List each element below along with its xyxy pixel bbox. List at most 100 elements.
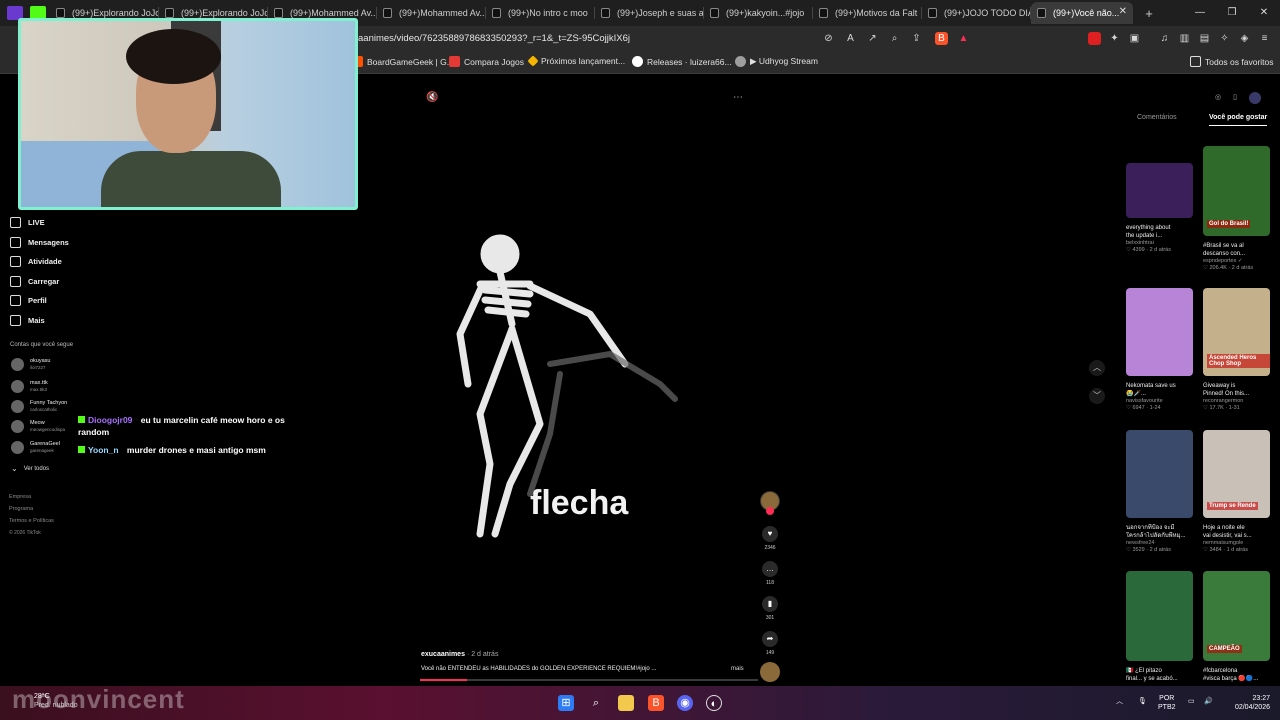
sidebar-icon[interactable]: ▥ bbox=[1178, 32, 1191, 45]
search-icon[interactable]: ⌕ bbox=[588, 695, 604, 711]
card-author[interactable]: navissfavourite bbox=[1126, 398, 1193, 405]
all-favorites[interactable]: Todos os favoritos bbox=[1190, 56, 1274, 67]
language-indicator[interactable]: POR PTB2 bbox=[1158, 694, 1176, 712]
video-thumbnail[interactable]: Trump se Rende bbox=[1203, 430, 1270, 518]
tray-chevron-icon[interactable]: ︿ bbox=[1116, 697, 1123, 706]
bookmark-releases[interactable]: Releases · luizera66... bbox=[632, 56, 732, 67]
sound-disc[interactable] bbox=[760, 662, 780, 682]
clock[interactable]: 23:27 02/04/2026 bbox=[1224, 694, 1270, 712]
menu-icon[interactable]: ≡ bbox=[1258, 32, 1271, 45]
browser-tab[interactable]: (99+)No intro c moo bbox=[486, 2, 595, 24]
card-author[interactable]: newsfree24 bbox=[1126, 540, 1193, 547]
followed-account[interactable]: okuyasu iloi7227 bbox=[11, 358, 51, 371]
discord-icon[interactable]: ◉ bbox=[677, 695, 693, 711]
minimize-button[interactable]: — bbox=[1184, 0, 1216, 26]
video-thumbnail[interactable] bbox=[1126, 430, 1193, 518]
followed-account[interactable]: Funny Tachyon carloscatholic bbox=[11, 400, 67, 413]
browser-tab[interactable]: (99+)Mohammed Av... bbox=[377, 2, 486, 24]
url-field[interactable]: aanimes/video/7623588978683350293?_r=1&_… bbox=[358, 30, 978, 48]
obs-icon[interactable]: ◐ bbox=[706, 695, 722, 711]
card-author[interactable]: espndeportes ✓ bbox=[1203, 258, 1270, 265]
bookmark-boardgamegeek[interactable]: BoardGameGeek | G... bbox=[352, 56, 454, 67]
recommended-video-card[interactable]: CAMPEÃO #fcbarcelona #visca barça 🔴🔵... bbox=[1203, 571, 1270, 683]
music-icon[interactable]: ♫ bbox=[1158, 32, 1171, 45]
browser-tab[interactable]: (99+)Você não... ✕ bbox=[1031, 2, 1133, 24]
followed-account[interactable]: Meow meowgencodispa bbox=[11, 420, 65, 433]
sidebar-item-mais[interactable]: Mais bbox=[10, 315, 45, 326]
tab-recommendations[interactable]: Você pode gostar bbox=[1209, 114, 1267, 121]
video-author[interactable]: exucaanimes · 2 d atrás bbox=[421, 651, 498, 658]
bookmark-compara-jogos[interactable]: Compara Jogos bbox=[449, 56, 524, 67]
sidebar-item-atividade[interactable]: Atividade bbox=[10, 256, 62, 267]
recommended-video-card[interactable]: Nekomata save us 😭🗡️... navissfavourite ♡ 6… bbox=[1126, 288, 1193, 412]
tab-comments[interactable]: Comentários bbox=[1137, 114, 1177, 121]
browser-tab[interactable]: (99+)JOJO TODO DIA bbox=[922, 2, 1031, 24]
close-tab-icon[interactable]: ✕ bbox=[1119, 6, 1127, 17]
follow-plus-icon[interactable] bbox=[766, 507, 774, 515]
new-tab-button[interactable]: + bbox=[1139, 6, 1159, 21]
like-action[interactable]: ♥ 2346 bbox=[762, 526, 778, 551]
close-window-button[interactable]: ✕ bbox=[1248, 0, 1280, 26]
card-author[interactable]: reconrangermon bbox=[1203, 398, 1270, 405]
youtube-ext-icon[interactable] bbox=[1088, 32, 1101, 45]
followed-account[interactable]: max.ttk max.ttk3 bbox=[11, 380, 48, 393]
author-name[interactable]: exucaanimes bbox=[421, 651, 465, 658]
vpn-icon[interactable]: ◈ bbox=[1238, 32, 1251, 45]
bookmark-proximos[interactable]: Próximos lançament... bbox=[527, 55, 625, 67]
followed-account[interactable]: GarenaGeel garenageek bbox=[11, 441, 60, 454]
no-tracking-icon[interactable]: ⊘ bbox=[822, 32, 835, 45]
footer-program[interactable]: Programa bbox=[9, 506, 33, 512]
leo-ai-icon[interactable]: ✧ bbox=[1218, 32, 1231, 45]
bookmark-icon[interactable]: ▮ bbox=[762, 596, 778, 612]
video-thumbnail[interactable] bbox=[1126, 571, 1193, 661]
share-arrow-icon[interactable]: ➦ bbox=[762, 631, 778, 647]
recommended-video-card[interactable]: everything about the update i... belxxinht… bbox=[1126, 163, 1193, 254]
see-all-button[interactable]: ⌄ Ver todos bbox=[11, 464, 49, 473]
translate-icon[interactable]: A bbox=[844, 32, 857, 45]
share-action[interactable]: ➦ 149 bbox=[762, 631, 778, 656]
recommended-video-card[interactable]: นอกจากที่ป้อง จะมี ใครกล้าไปลัดกับพี่หมุ.… bbox=[1126, 430, 1193, 554]
save-action[interactable]: ▮ 301 bbox=[762, 596, 778, 621]
bookmark-udhyog[interactable]: ▶ Udhyog Stream bbox=[735, 56, 818, 67]
recommended-video-card[interactable]: Trump se Rende Hoje a noite ele vai desist… bbox=[1203, 430, 1270, 554]
browser-tab[interactable]: (99+)Joseph e suas a bbox=[595, 2, 704, 24]
screenshot-icon[interactable]: ▣ bbox=[1128, 32, 1141, 45]
brave-browser-icon[interactable]: B bbox=[648, 695, 664, 711]
recommended-video-card[interactable]: Gol do Brasil! #Brasil se va al descanso c… bbox=[1203, 146, 1270, 272]
file-explorer-icon[interactable] bbox=[618, 695, 634, 711]
card-author[interactable]: belxxinhtrai bbox=[1126, 240, 1193, 247]
scroll-down-button[interactable]: ﹀ bbox=[1089, 388, 1105, 404]
brave-shield-icon[interactable]: B bbox=[935, 32, 948, 45]
user-avatar[interactable] bbox=[1249, 92, 1261, 104]
wallet-icon[interactable]: ▤ bbox=[1198, 32, 1211, 45]
network-icon[interactable]: ▭ bbox=[1188, 697, 1195, 706]
zoom-icon[interactable]: ⌕ bbox=[888, 32, 901, 45]
video-thumbnail[interactable] bbox=[1126, 288, 1193, 376]
recommended-video-card[interactable]: 🇲🇽 ¿El pitazo final... y se acabó... bbox=[1126, 571, 1193, 683]
settings-icon[interactable]: ◎ bbox=[1212, 92, 1224, 104]
microphone-icon[interactable]: 🎙 bbox=[1138, 697, 1147, 706]
volume-icon[interactable]: 🔊 bbox=[1204, 697, 1213, 706]
extensions-icon[interactable]: ✦ bbox=[1108, 32, 1121, 45]
video-thumbnail[interactable]: Ascended Heros Chop Shop bbox=[1203, 288, 1270, 376]
browser-tab[interactable]: (99+)kakyoin...#jojo bbox=[704, 2, 813, 24]
recommended-video-card[interactable]: Ascended Heros Chop Shop Giveaway is Pinne… bbox=[1203, 288, 1270, 412]
comment-action[interactable]: … 118 bbox=[762, 561, 778, 586]
more-button[interactable]: mais bbox=[731, 666, 744, 672]
mute-icon[interactable]: 🔇 bbox=[426, 92, 438, 103]
card-author[interactable]: nemmaisumgole bbox=[1203, 540, 1270, 547]
video-thumbnail[interactable]: CAMPEÃO bbox=[1203, 571, 1270, 661]
open-external-icon[interactable]: ↗ bbox=[866, 32, 879, 45]
share-icon[interactable]: ⇪ bbox=[910, 32, 923, 45]
rewards-icon[interactable]: ▲ bbox=[957, 32, 970, 45]
start-icon[interactable]: ⊞ bbox=[558, 695, 574, 711]
device-icon[interactable]: ▯ bbox=[1229, 92, 1241, 104]
sidebar-item-carregar[interactable]: Carregar bbox=[10, 276, 59, 287]
weather-widget[interactable]: 28°C Pred. nublado bbox=[34, 692, 78, 710]
sidebar-item-perfil[interactable]: Perfil bbox=[10, 295, 47, 306]
footer-terms[interactable]: Termos e Políticas bbox=[9, 518, 54, 524]
sidebar-item-live[interactable]: LIVE bbox=[10, 217, 45, 228]
sidebar-item-mensagens[interactable]: Mensagens bbox=[10, 237, 69, 248]
scroll-up-button[interactable]: ︿ bbox=[1089, 360, 1105, 376]
comment-icon[interactable]: … bbox=[762, 561, 778, 577]
